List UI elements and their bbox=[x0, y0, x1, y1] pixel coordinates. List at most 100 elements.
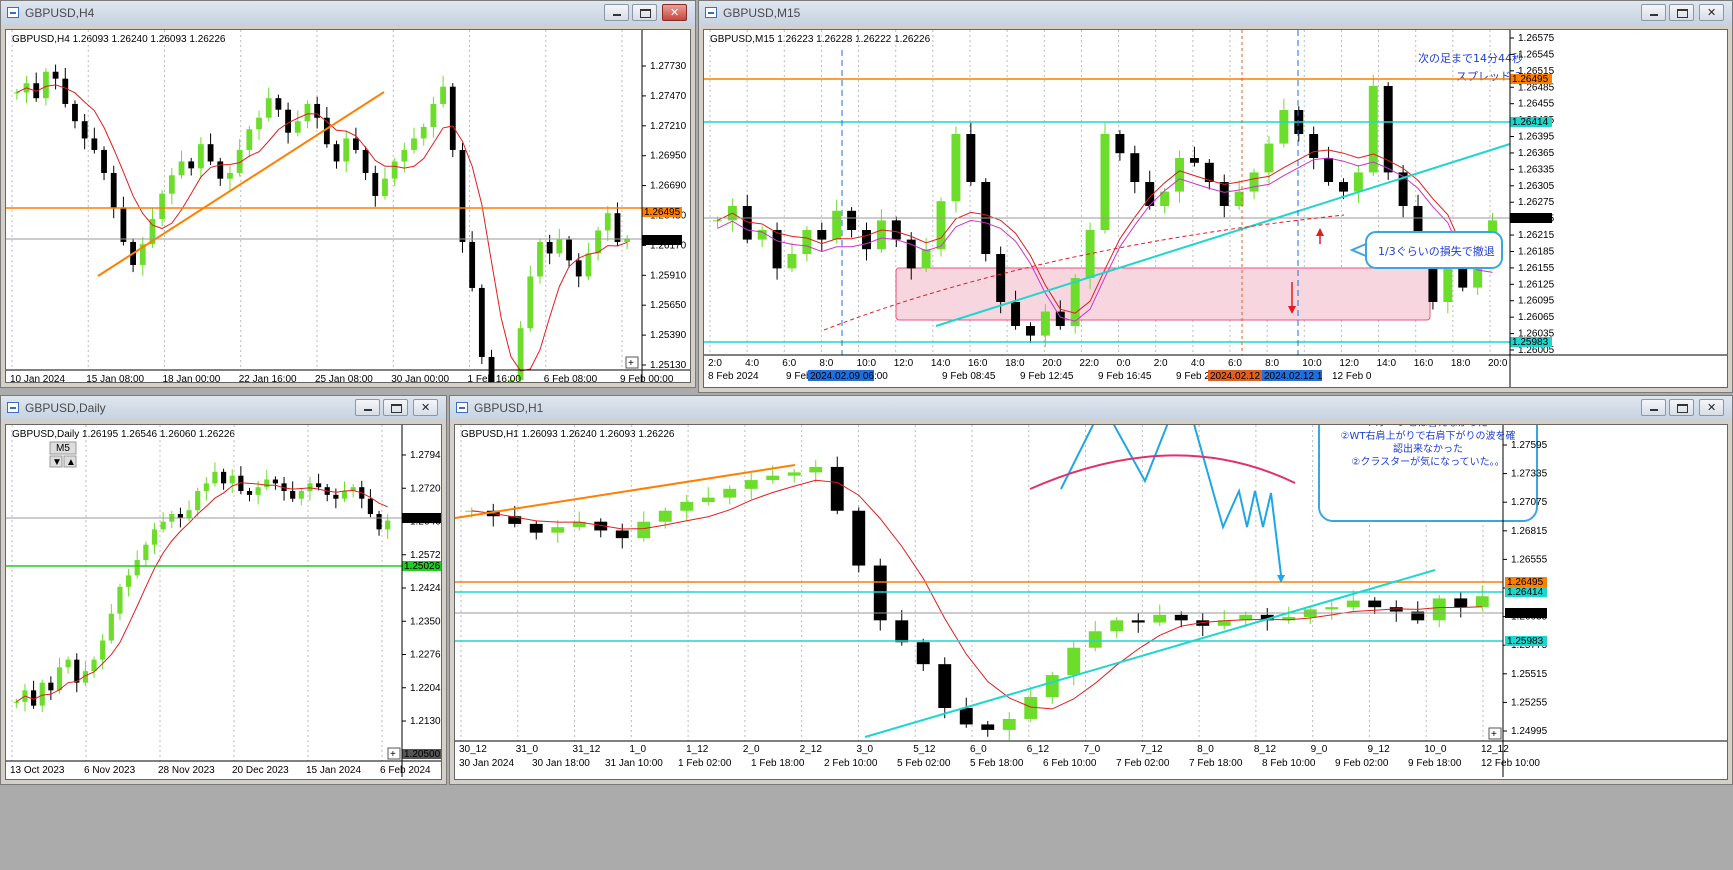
trend-line[interactable] bbox=[455, 464, 796, 519]
price-axis-label: 1.25720 bbox=[410, 550, 441, 561]
time-axis-label: 25 Jan 08:00 bbox=[315, 374, 373, 382]
date-axis-label: 1 Feb 02:00 bbox=[678, 758, 732, 769]
candle-body bbox=[391, 161, 398, 179]
minimize-button[interactable] bbox=[1641, 399, 1666, 416]
chart-window-h4[interactable]: GBPUSD,H4 GBPUSD,H4 1.26093 1.26240 1.26… bbox=[0, 0, 696, 388]
date-axis-label: 7 Feb 18:00 bbox=[1189, 758, 1243, 769]
candle-body bbox=[285, 109, 291, 133]
title-bar[interactable]: GBPUSD,Daily bbox=[1, 396, 446, 420]
candle-body bbox=[459, 149, 466, 242]
minimize-button[interactable] bbox=[604, 4, 629, 21]
reason-line: 認出来なかった bbox=[1393, 442, 1463, 455]
time-axis-label: 6:0 bbox=[1228, 358, 1242, 369]
candle-body bbox=[1067, 647, 1081, 676]
trend-line[interactable] bbox=[97, 91, 385, 277]
candle-body bbox=[1324, 158, 1334, 182]
candle-body bbox=[895, 620, 909, 643]
symbol-info-header: GBPUSD,M15 1.26223 1.26228 1.26222 1.262… bbox=[710, 34, 931, 45]
close-button[interactable] bbox=[662, 4, 687, 21]
candle-body bbox=[1011, 302, 1021, 326]
time-axis-label: 8_12 bbox=[1254, 744, 1277, 755]
price-axis-label: 1.26950 bbox=[650, 151, 687, 162]
candle-body bbox=[217, 161, 224, 179]
price-chart[interactable]: GBPUSD,H1 1.26093 1.26240 1.26093 1.2622… bbox=[454, 424, 1728, 780]
chart-window-h1[interactable]: GBPUSD,H1 GBPUSD,H1 1.26093 1.26240 1.26… bbox=[449, 395, 1733, 785]
candle-body bbox=[1353, 172, 1363, 192]
candle-body bbox=[256, 117, 262, 130]
time-axis-label: 31_12 bbox=[573, 744, 601, 755]
maximize-button[interactable] bbox=[383, 399, 408, 416]
loss-callout[interactable]: 1/3ぐらいの損失で撤退 bbox=[1349, 231, 1503, 269]
minimize-button[interactable] bbox=[1641, 4, 1666, 21]
time-axis-label: 6_0 bbox=[970, 744, 987, 755]
price-axis-label: 1.27210 bbox=[650, 121, 687, 132]
candle-body bbox=[637, 521, 651, 539]
candle-body bbox=[298, 491, 304, 499]
price-chart[interactable]: GBPUSD,H4 1.26093 1.26240 1.26093 1.2622… bbox=[5, 29, 691, 383]
callout-text: 1/3ぐらいの損失で撤退 bbox=[1378, 244, 1495, 258]
price-chart[interactable]: GBPUSD,M15 1.26223 1.26228 1.26222 1.262… bbox=[703, 29, 1728, 388]
date-axis-label: 5 Feb 18:00 bbox=[970, 758, 1024, 769]
candle-body bbox=[862, 230, 871, 250]
close-button[interactable] bbox=[413, 399, 438, 416]
reason-line: ②クラスターが気になっていた。。 bbox=[1351, 455, 1504, 468]
candle-body bbox=[151, 529, 158, 545]
reason-line: パターンとは言えなかった bbox=[1368, 425, 1488, 429]
h1-chart-canvas[interactable]: GBPUSD,H1 1.26093 1.26240 1.26093 1.2622… bbox=[455, 425, 1727, 779]
candle-body bbox=[1339, 182, 1348, 192]
close-button[interactable] bbox=[1699, 399, 1724, 416]
candle-body bbox=[566, 239, 572, 261]
title-bar[interactable]: GBPUSD,M15 bbox=[699, 1, 1732, 25]
candle-body bbox=[343, 138, 350, 162]
candle-body bbox=[110, 172, 117, 208]
price-axis-label: 1.21300 bbox=[410, 716, 441, 727]
price-axis-label: 1.25255 bbox=[1511, 697, 1548, 708]
m15-chart-canvas[interactable]: GBPUSD,M15 1.26223 1.26228 1.26222 1.262… bbox=[704, 30, 1727, 387]
date-axis-label: 9 Feb 12:45 bbox=[1020, 371, 1074, 382]
reasons-callout[interactable]: 【撤退理由】①15分の20maの戻り売りというほどでもなく明確な波を築いていなく… bbox=[1318, 425, 1538, 522]
support-zone-box[interactable] bbox=[895, 267, 1431, 321]
price-axis-label: 1.25390 bbox=[650, 330, 687, 341]
time-axis-label: 7_12 bbox=[1140, 744, 1163, 755]
price-chart[interactable]: GBPUSD,Daily 1.26195 1.26546 1.26060 1.2… bbox=[5, 424, 442, 780]
time-axis-label: 20:0 bbox=[1042, 358, 1062, 369]
date-axis-label: 1 Feb 18:00 bbox=[751, 758, 805, 769]
candle-body bbox=[772, 230, 782, 269]
chart-window-m15[interactable]: GBPUSD,M15 GBPUSD,M15 1.26223 1.26228 1.… bbox=[698, 0, 1733, 393]
maximize-button[interactable] bbox=[1669, 4, 1694, 21]
candle-body bbox=[382, 178, 388, 196]
trend-line[interactable] bbox=[864, 569, 1436, 738]
price-axis-label: 1.26215 bbox=[1518, 230, 1555, 241]
wave-pattern-drawing[interactable] bbox=[1060, 425, 1282, 576]
time-axis-label: 7_0 bbox=[1084, 744, 1101, 755]
candle-body bbox=[873, 565, 887, 621]
h4-chart-canvas[interactable]: GBPUSD,H4 1.26093 1.26240 1.26093 1.2622… bbox=[6, 30, 690, 382]
time-axis-label: 12_12 bbox=[1481, 744, 1509, 755]
candle-body bbox=[401, 149, 408, 162]
maximize-button[interactable] bbox=[632, 4, 657, 21]
close-button[interactable] bbox=[1699, 4, 1724, 21]
price-tag-bottom-text: 1.20500 bbox=[404, 749, 441, 760]
price-axis-label: 1.26095 bbox=[1518, 296, 1555, 307]
candle-body bbox=[177, 514, 183, 518]
candle-body bbox=[341, 491, 348, 499]
window-title: GBPUSD,H4 bbox=[25, 6, 95, 20]
candle-body bbox=[367, 498, 373, 515]
date-axis-label: 8 Feb 10:00 bbox=[1262, 758, 1316, 769]
candle-body bbox=[891, 220, 901, 240]
daily-chart-canvas[interactable]: GBPUSD,Daily 1.26195 1.26546 1.26060 1.2… bbox=[6, 425, 441, 779]
candle-body bbox=[195, 491, 201, 511]
time-axis-label: 2_0 bbox=[743, 744, 760, 755]
title-bar[interactable]: GBPUSD,H1 bbox=[450, 396, 1732, 420]
time-axis-label: 8:0 bbox=[1265, 358, 1279, 369]
time-axis-label: 4:0 bbox=[745, 358, 759, 369]
title-bar[interactable]: GBPUSD,H4 bbox=[1, 1, 695, 25]
time-axis-label: 9 Feb 00:00 bbox=[620, 374, 674, 382]
minimize-button[interactable] bbox=[355, 399, 380, 416]
maximize-button[interactable] bbox=[1669, 399, 1694, 416]
price-tag-orange-text: 1.26495 bbox=[1512, 74, 1549, 85]
chart-window-daily[interactable]: GBPUSD,Daily GBPUSD,Daily 1.26195 1.2654… bbox=[0, 395, 447, 785]
time-axis-label: 9_0 bbox=[1311, 744, 1328, 755]
candle-body bbox=[832, 210, 842, 240]
candle-body bbox=[265, 98, 272, 118]
